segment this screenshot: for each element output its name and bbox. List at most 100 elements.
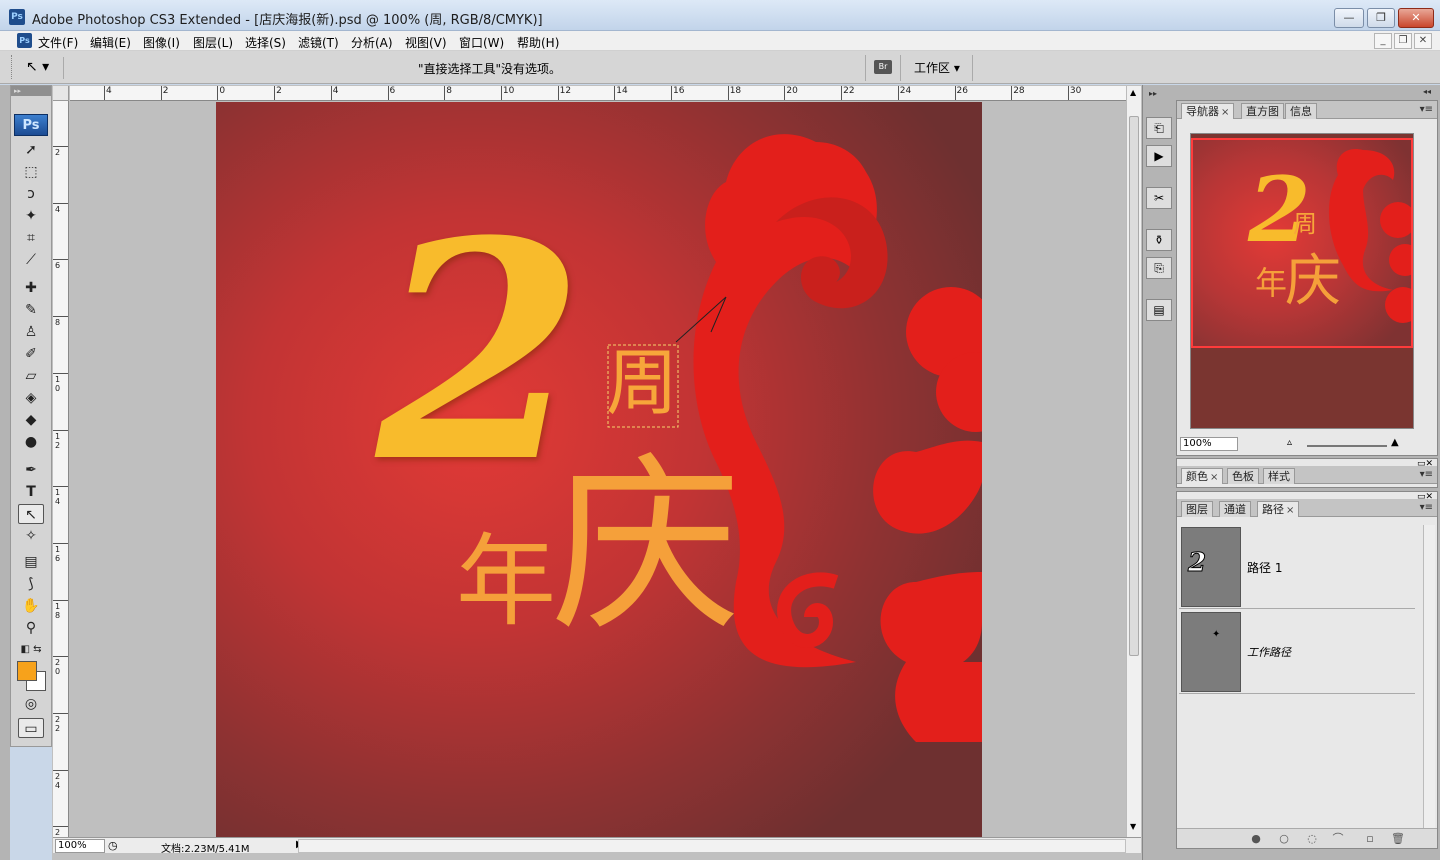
shape-icon[interactable]: ✧ xyxy=(18,526,44,546)
type-icon[interactable]: T xyxy=(18,482,44,502)
direct-select-icon[interactable]: ↖ xyxy=(18,504,44,524)
horizontal-ruler[interactable]: 4 2 0 2 4 6 8 10 12 14 16 18 20 22 24 26 28 30 xyxy=(70,86,1126,101)
hand-icon[interactable]: ✋ xyxy=(18,596,44,616)
navigator-thumbnail[interactable]: 2 周 年 庆 xyxy=(1190,133,1414,429)
canvas-horizontal-scrollbar[interactable] xyxy=(298,839,1126,853)
clone-source-icon[interactable]: ⎘ xyxy=(1146,257,1172,279)
foreground-color-swatch[interactable] xyxy=(17,661,37,681)
maximize-button[interactable]: ❐ xyxy=(1367,8,1395,28)
lasso-icon[interactable]: ↄ xyxy=(18,184,44,204)
close-icon[interactable]: × xyxy=(1221,107,1229,118)
make-work-path-icon[interactable]: ⌒ xyxy=(1331,832,1345,846)
vertical-ruler[interactable]: 2 4 6 8 1 0 1 2 1 4 1 6 1 8 2 0 2 2 2 4 2 6 xyxy=(53,101,69,837)
panel-menu-icon[interactable]: ▾≡ xyxy=(1420,502,1433,513)
options-grip[interactable] xyxy=(11,55,14,79)
bridge-button[interactable]: Br xyxy=(865,55,901,81)
history-icon[interactable]: ⎗ xyxy=(1146,117,1172,139)
canvas-vertical-scrollbar[interactable]: ▲ ▼ xyxy=(1126,86,1141,837)
zoom-field[interactable]: 100% xyxy=(55,839,105,853)
new-path-icon[interactable]: ▫ xyxy=(1363,832,1377,846)
navigator-view-box[interactable]: 2 周 年 庆 xyxy=(1191,138,1413,348)
scroll-down-icon[interactable]: ▼ xyxy=(1130,822,1136,831)
tab-color-label: 颜色 xyxy=(1186,470,1208,483)
scroll-up-icon[interactable]: ▲ xyxy=(1130,88,1136,97)
ruler-tick xyxy=(614,86,616,100)
close-button[interactable]: ✕ xyxy=(1398,8,1434,28)
menu-layer[interactable]: 图层(L) xyxy=(193,34,233,51)
path-select-icon[interactable]: ➚ xyxy=(18,140,44,160)
scroll-thumb[interactable] xyxy=(1129,116,1139,656)
tab-swatches[interactable]: 色板 xyxy=(1227,468,1259,484)
menu-file[interactable]: 文件(F) xyxy=(38,34,78,51)
tab-info[interactable]: 信息 xyxy=(1285,103,1317,119)
healing-icon[interactable]: ✚ xyxy=(18,278,44,298)
panel-column-collapse-icon[interactable]: ◂◂ xyxy=(1423,87,1431,96)
navigator-zoom-field[interactable]: 100% xyxy=(1180,437,1238,451)
actions-icon[interactable]: ▶ xyxy=(1146,145,1172,167)
doc-restore-button[interactable]: ❐ xyxy=(1394,33,1412,49)
zoom-out-icon[interactable]: ▵ xyxy=(1287,437,1292,448)
slice-icon[interactable]: ⟋ xyxy=(18,250,44,270)
marquee-icon[interactable]: ⬚ xyxy=(18,162,44,182)
navigator-zoom-slider[interactable] xyxy=(1307,445,1387,447)
menu-view[interactable]: 视图(V) xyxy=(405,34,447,51)
pen-icon[interactable]: ✒ xyxy=(18,460,44,480)
dodge-icon[interactable]: ● xyxy=(18,432,44,452)
ruler-origin[interactable] xyxy=(53,86,69,101)
screen-mode-icon[interactable]: ▭ xyxy=(18,718,44,738)
notes-icon[interactable]: ▤ xyxy=(18,552,44,572)
menu-window[interactable]: 窗口(W) xyxy=(459,34,504,51)
ps-logo[interactable]: Ps xyxy=(14,114,48,136)
crop-icon[interactable]: ⌗ xyxy=(18,228,44,248)
close-icon[interactable]: × xyxy=(1286,505,1294,516)
dock-collapse-icon[interactable]: ▸▸ xyxy=(1149,89,1157,98)
tab-histogram[interactable]: 直方图 xyxy=(1241,103,1284,119)
path-row[interactable]: 2 路径 1 xyxy=(1179,525,1415,609)
tab-layers[interactable]: 图层 xyxy=(1181,501,1213,517)
tab-channels[interactable]: 通道 xyxy=(1219,501,1251,517)
swap-colors-icon[interactable]: ◧ ⇆ xyxy=(18,640,44,660)
menu-select[interactable]: 选择(S) xyxy=(245,34,286,51)
trash-icon[interactable]: 🗑 xyxy=(1391,832,1405,846)
stamp-icon[interactable]: ♙ xyxy=(18,322,44,342)
history-brush-icon[interactable]: ✐ xyxy=(18,344,44,364)
tab-navigator[interactable]: 导航器 × xyxy=(1181,103,1235,119)
tool-preset-picker[interactable]: ↖ ▾ xyxy=(20,57,64,79)
magic-wand-icon[interactable]: ✦ xyxy=(18,206,44,226)
blur-icon[interactable]: ◆ xyxy=(18,410,44,430)
document-canvas[interactable]: 2 周 年 庆 xyxy=(216,102,982,837)
tab-styles[interactable]: 样式 xyxy=(1263,468,1295,484)
stroke-path-icon[interactable]: ○ xyxy=(1277,832,1291,846)
zoom-in-icon[interactable]: ▲ xyxy=(1391,437,1399,448)
toolbox-header[interactable]: ▸▸ xyxy=(11,86,51,96)
eyedropper-icon[interactable]: ⟆ xyxy=(18,574,44,594)
zoom-icon[interactable]: ⚲ xyxy=(18,618,44,638)
tool-presets-icon[interactable]: ✂ xyxy=(1146,187,1172,209)
brush-icon[interactable]: ✎ xyxy=(18,300,44,320)
menu-analysis[interactable]: 分析(A) xyxy=(351,34,393,51)
menu-image[interactable]: 图像(I) xyxy=(143,34,180,51)
panel-menu-icon[interactable]: ▾≡ xyxy=(1420,469,1433,480)
panel-menu-icon[interactable]: ▾≡ xyxy=(1420,104,1433,115)
status-menu-icon[interactable]: ◷ xyxy=(108,839,118,852)
fill-path-icon[interactable]: ● xyxy=(1249,832,1263,846)
document-icon[interactable]: Ps xyxy=(17,33,32,48)
brushes-icon[interactable]: ⚱ xyxy=(1146,229,1172,251)
menu-help[interactable]: 帮助(H) xyxy=(517,34,559,51)
load-selection-icon[interactable]: ◌ xyxy=(1305,832,1319,846)
close-icon[interactable]: × xyxy=(1210,472,1218,483)
minimize-button[interactable]: — xyxy=(1334,8,1364,28)
path-row[interactable]: ✦ 工作路径 xyxy=(1179,610,1415,694)
bucket-icon[interactable]: ◈ xyxy=(18,388,44,408)
eraser-icon[interactable]: ▱ xyxy=(18,366,44,386)
layer-comps-icon[interactable]: ▤ xyxy=(1146,299,1172,321)
tab-color[interactable]: 颜色 × xyxy=(1181,468,1224,484)
menu-filter[interactable]: 滤镜(T) xyxy=(298,34,339,51)
workspace-menu[interactable]: 工作区 ▾ xyxy=(914,59,960,76)
tab-paths[interactable]: 路径 × xyxy=(1257,501,1300,517)
quick-mask-icon[interactable]: ◎ xyxy=(18,694,44,714)
doc-close-button[interactable]: ✕ xyxy=(1414,33,1432,49)
menu-edit[interactable]: 编辑(E) xyxy=(90,34,131,51)
doc-minimize-button[interactable]: _ xyxy=(1374,33,1392,49)
paths-scrollbar[interactable] xyxy=(1423,525,1435,830)
